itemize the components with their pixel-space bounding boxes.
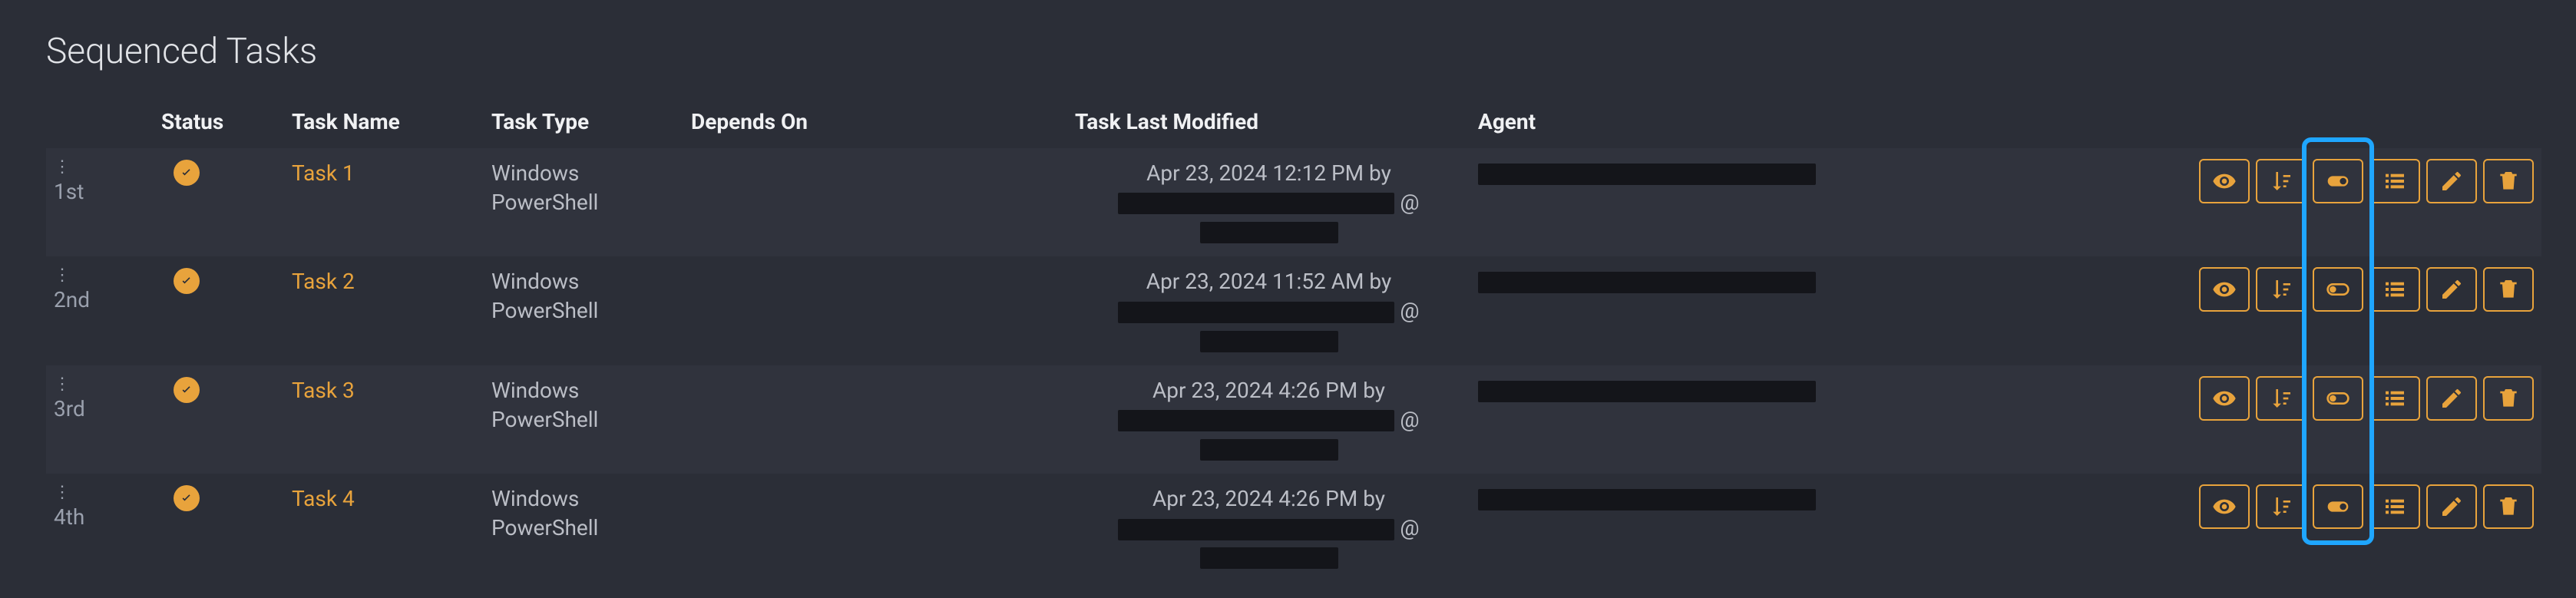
delete-button[interactable] <box>2483 267 2534 312</box>
col-header-last-modified: Task Last Modified <box>1067 95 1470 148</box>
redacted-user <box>1118 410 1394 431</box>
list-button[interactable] <box>2369 484 2420 529</box>
view-button[interactable] <box>2199 267 2250 312</box>
actions-cell <box>2146 365 2541 474</box>
agent-cell <box>1470 365 2146 474</box>
last-modified-cell: Apr 23, 2024 4:26 PM by @ <box>1067 474 1470 582</box>
list-button[interactable] <box>2369 376 2420 421</box>
depends-on-cell <box>683 256 1067 365</box>
redacted-domain <box>1200 222 1338 243</box>
drag-handle-icon[interactable]: ⋮ <box>54 376 146 393</box>
status-check-icon <box>174 485 200 511</box>
col-header-task-type: Task Type <box>484 95 683 148</box>
agent-cell <box>1470 256 2146 365</box>
toggle-button[interactable] <box>2313 484 2363 529</box>
actions-cell <box>2146 148 2541 256</box>
last-modified-cell: Apr 23, 2024 12:12 PM by @ <box>1067 148 1470 256</box>
sort-button[interactable] <box>2256 267 2306 312</box>
col-header-depends-on: Depends On <box>683 95 1067 148</box>
sequenced-tasks-table: Status Task Name Task Type Depends On Ta… <box>46 95 2541 583</box>
drag-handle-icon[interactable]: ⋮ <box>54 267 146 284</box>
redacted-agent <box>1478 381 1816 402</box>
sort-button[interactable] <box>2256 159 2306 203</box>
sort-button[interactable] <box>2256 484 2306 529</box>
order-label: 4th <box>54 504 84 530</box>
last-modified-cell: Apr 23, 2024 4:26 PM by @ <box>1067 365 1470 474</box>
order-label: 2nd <box>54 287 90 312</box>
drag-handle-icon[interactable]: ⋮ <box>54 159 146 176</box>
depends-on-cell <box>683 474 1067 582</box>
toggle-button[interactable] <box>2313 376 2363 421</box>
status-check-icon <box>174 377 200 403</box>
actions-cell <box>2146 474 2541 582</box>
toggle-button[interactable] <box>2313 267 2363 312</box>
agent-cell <box>1470 148 2146 256</box>
table-row: ⋮ 1st Task 1 Windows PowerShell Apr 23, 2024… <box>46 148 2541 256</box>
redacted-domain <box>1200 439 1338 461</box>
depends-on-cell <box>683 365 1067 474</box>
order-label: 1st <box>54 179 84 204</box>
table-row: ⋮ 3rd Task 3 Windows PowerShell Apr 23, 2024… <box>46 365 2541 474</box>
list-button[interactable] <box>2369 267 2420 312</box>
redacted-domain <box>1200 331 1338 352</box>
task-name-link[interactable]: Task 4 <box>292 486 355 511</box>
order-label: 3rd <box>54 396 85 421</box>
page-title: Sequenced Tasks <box>46 31 2530 72</box>
task-name-link[interactable]: Task 3 <box>292 378 355 403</box>
redacted-agent <box>1478 272 1816 293</box>
col-header-status: Status <box>154 95 284 148</box>
delete-button[interactable] <box>2483 484 2534 529</box>
last-modified-cell: Apr 23, 2024 11:52 AM by @ <box>1067 256 1470 365</box>
status-check-icon <box>174 160 200 186</box>
redacted-agent <box>1478 489 1816 510</box>
status-check-icon <box>174 268 200 294</box>
edit-button[interactable] <box>2426 159 2477 203</box>
redacted-agent <box>1478 164 1816 185</box>
toggle-button[interactable] <box>2313 159 2363 203</box>
redacted-user <box>1118 193 1394 214</box>
agent-cell <box>1470 474 2146 582</box>
edit-button[interactable] <box>2426 267 2477 312</box>
view-button[interactable] <box>2199 159 2250 203</box>
table-row: ⋮ 4th Task 4 Windows PowerShell Apr 23, 2024… <box>46 474 2541 582</box>
table-row: ⋮ 2nd Task 2 Windows PowerShell Apr 23, 2024… <box>46 256 2541 365</box>
delete-button[interactable] <box>2483 159 2534 203</box>
depends-on-cell <box>683 148 1067 256</box>
task-type-cell: Windows PowerShell <box>484 148 683 256</box>
redacted-user <box>1118 302 1394 323</box>
redacted-domain <box>1200 547 1338 569</box>
actions-cell <box>2146 256 2541 365</box>
edit-button[interactable] <box>2426 484 2477 529</box>
task-name-link[interactable]: Task 1 <box>292 160 355 186</box>
sort-button[interactable] <box>2256 376 2306 421</box>
edit-button[interactable] <box>2426 376 2477 421</box>
delete-button[interactable] <box>2483 376 2534 421</box>
col-header-agent: Agent <box>1470 95 2146 148</box>
task-name-link[interactable]: Task 2 <box>292 269 355 294</box>
task-type-cell: Windows PowerShell <box>484 474 683 582</box>
view-button[interactable] <box>2199 376 2250 421</box>
drag-handle-icon[interactable]: ⋮ <box>54 484 146 501</box>
task-type-cell: Windows PowerShell <box>484 365 683 474</box>
col-header-task-name: Task Name <box>284 95 484 148</box>
task-type-cell: Windows PowerShell <box>484 256 683 365</box>
view-button[interactable] <box>2199 484 2250 529</box>
list-button[interactable] <box>2369 159 2420 203</box>
